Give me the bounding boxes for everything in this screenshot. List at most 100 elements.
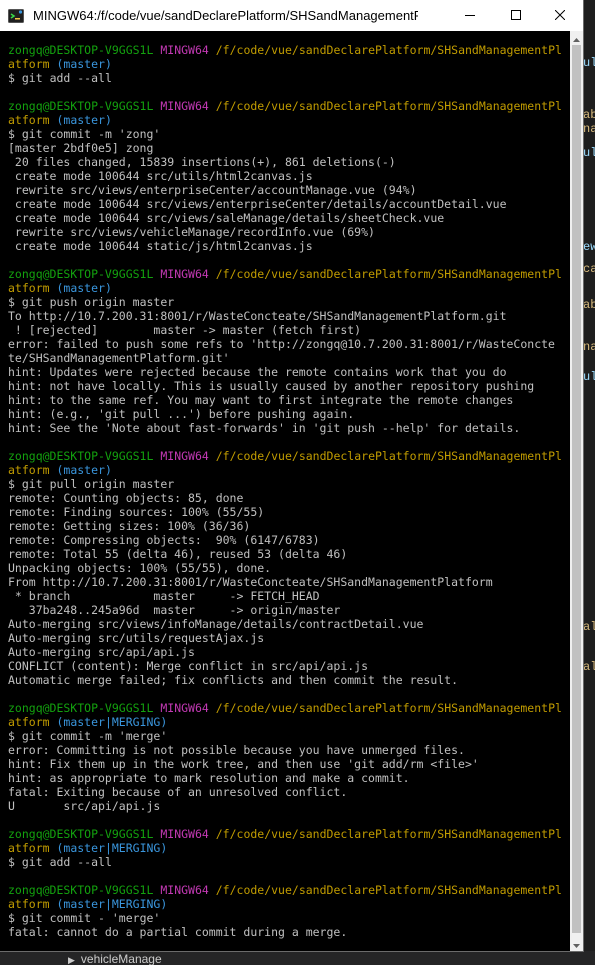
prompt-path-continued: atform <box>8 841 50 855</box>
output-line: Auto-merging src/utils/requestAjax.js <box>8 631 562 645</box>
terminal-output-area[interactable]: zongq@DESKTOP-V9GGS1L MINGW64 /f/code/vu… <box>0 31 570 951</box>
prompt-line: zongq@DESKTOP-V9GGS1L MINGW64 /f/code/vu… <box>8 883 562 897</box>
output-line: create mode 100644 static/js/html2canvas… <box>8 239 562 253</box>
prompt-branch: (master|MERGING) <box>56 715 168 729</box>
prompt-line-wrap: atform (master) <box>8 281 562 295</box>
output-line: hint: (e.g., 'git pull ...') before push… <box>8 407 562 421</box>
output-line: error: Committing is not possible becaus… <box>8 743 562 757</box>
prompt-symbol: $ <box>8 71 15 85</box>
command-line: $ git commit - 'merge' <box>8 911 562 925</box>
prompt-branch: (master) <box>56 113 112 127</box>
prompt-symbol: $ <box>8 295 15 309</box>
prompt-env: MINGW64 <box>160 99 209 113</box>
command-line: $ git add --all <box>8 855 562 869</box>
prompt-symbol: $ <box>8 477 15 491</box>
output-line: hint: not have locally. This is usually … <box>8 379 562 393</box>
terminal-window: MINGW64:/f/code/vue/sandDeclarePlatform/… <box>0 0 583 951</box>
vertical-scrollbar[interactable] <box>570 31 583 951</box>
output-text: Unpacking objects: 100% (55/55), done. <box>8 561 272 575</box>
prompt-path-continued: atform <box>8 463 50 477</box>
output-line: error: failed to push some refs to 'http… <box>8 337 562 351</box>
prompt-user-host: zongq@DESKTOP-V9GGS1L <box>8 43 154 57</box>
command-text: git pull origin master <box>21 477 175 491</box>
prompt-line: zongq@DESKTOP-V9GGS1L MINGW64 /f/code/vu… <box>8 99 562 113</box>
prompt-path-continued: atform <box>8 113 50 127</box>
output-text: create mode 100644 src/views/saleManage/… <box>8 211 445 225</box>
output-line: fatal: cannot do a partial commit during… <box>8 925 562 939</box>
title-bar[interactable]: MINGW64:/f/code/vue/sandDeclarePlatform/… <box>0 0 583 31</box>
output-text: remote: Finding sources: 100% (55/55) <box>8 505 265 519</box>
command-text: git commit -m 'merge' <box>21 729 168 743</box>
output-line: * branch master -> FETCH_HEAD <box>8 589 562 603</box>
output-line: [master 2bdf0e5] zong <box>8 141 562 155</box>
background-code-snippet: na <box>583 340 595 354</box>
maximize-button[interactable] <box>493 0 539 31</box>
prompt-line: zongq@DESKTOP-V9GGS1L MINGW64 /f/code/vu… <box>8 701 562 715</box>
background-file-tree-strip: ▶ vehicleManage <box>0 951 595 965</box>
prompt-branch: (master) <box>56 281 112 295</box>
output-line: CONFLICT (content): Merge conflict in sr… <box>8 659 562 673</box>
output-line: 20 files changed, 15839 insertions(+), 8… <box>8 155 562 169</box>
output-text: U src/api/api.js <box>8 799 161 813</box>
terminal-content: zongq@DESKTOP-V9GGS1L MINGW64 /f/code/vu… <box>8 43 562 951</box>
prompt-branch: (master) <box>56 57 112 71</box>
output-line: create mode 100644 src/views/enterpriseC… <box>8 197 562 211</box>
command-text: git add --all <box>21 71 112 85</box>
prompt-path: /f/code/vue/sandDeclarePlatform/SHSandMa… <box>215 267 562 281</box>
output-line: U src/api/api.js <box>8 799 562 813</box>
scroll-down-button[interactable] <box>570 937 583 951</box>
output-text: rewrite src/views/enterpriseCenter/accou… <box>8 183 417 197</box>
output-line: hint: See the 'Note about fast-forwards'… <box>8 421 562 435</box>
prompt-path: /f/code/vue/sandDeclarePlatform/SHSandMa… <box>215 449 562 463</box>
prompt-line-wrap: atform (master|MERGING) <box>8 841 562 855</box>
maximize-icon <box>511 7 521 25</box>
prompt-symbol: $ <box>8 855 15 869</box>
output-line: remote: Getting sizes: 100% (36/36) <box>8 519 562 533</box>
output-line: ! [rejected] master -> master (fetch fir… <box>8 323 562 337</box>
command-line: $ git pull origin master <box>8 477 562 491</box>
mingw-terminal-icon[interactable] <box>8 8 24 24</box>
output-text: rewrite src/views/vehicleManage/recordIn… <box>8 225 375 239</box>
prompt-line: zongq@DESKTOP-V9GGS1L MINGW64 /f/code/vu… <box>8 827 562 841</box>
output-line: hint: to the same ref. You may want to f… <box>8 393 562 407</box>
output-line: remote: Compressing objects: 90% (6147/6… <box>8 533 562 547</box>
minimize-button[interactable] <box>447 0 493 31</box>
output-text: Auto-merging src/views/infoManage/detail… <box>8 617 424 631</box>
background-code-snippet: ab <box>583 298 595 312</box>
output-line: Unpacking objects: 100% (55/55), done. <box>8 561 562 575</box>
output-line: 37ba248..245a96d master -> origin/master <box>8 603 562 617</box>
prompt-user-host: zongq@DESKTOP-V9GGS1L <box>8 701 154 715</box>
output-line: rewrite src/views/vehicleManage/recordIn… <box>8 225 562 239</box>
output-line: create mode 100644 src/utils/html2canvas… <box>8 169 562 183</box>
output-text: Automatic merge failed; fix conflicts an… <box>8 673 459 687</box>
output-line: remote: Counting objects: 85, done <box>8 491 562 505</box>
output-line: te/SHSandManagementPlatform.git' <box>8 351 562 365</box>
output-text: fatal: cannot do a partial commit during… <box>8 925 348 939</box>
scrollbar-thumb[interactable] <box>572 45 581 933</box>
output-line: hint: Fix them up in the work tree, and … <box>8 757 562 771</box>
command-text: git add --all <box>21 855 112 869</box>
prompt-symbol: $ <box>8 127 15 141</box>
prompt-user-host: zongq@DESKTOP-V9GGS1L <box>8 827 154 841</box>
prompt-path: /f/code/vue/sandDeclarePlatform/SHSandMa… <box>215 883 562 897</box>
prompt-line: zongq@DESKTOP-V9GGS1L MINGW64 /f/code/vu… <box>8 43 562 57</box>
scroll-up-button[interactable] <box>570 31 583 45</box>
prompt-env: MINGW64 <box>160 827 209 841</box>
prompt-line-wrap: atform (master|MERGING) <box>8 715 562 729</box>
close-button[interactable] <box>537 0 583 31</box>
output-text: hint: not have locally. This is usually … <box>8 379 535 393</box>
background-code-snippet: ul <box>583 56 595 70</box>
output-text: remote: Counting objects: 85, done <box>8 491 244 505</box>
output-text: error: failed to push some refs to 'http… <box>8 337 555 351</box>
prompt-user-host: zongq@DESKTOP-V9GGS1L <box>8 883 154 897</box>
output-text: ! [rejected] master -> master (fetch fir… <box>8 323 362 337</box>
prompt-env: MINGW64 <box>160 267 209 281</box>
background-tree-item-label: vehicleManage <box>80 952 162 965</box>
output-text: remote: Compressing objects: 90% (6147/6… <box>8 533 320 547</box>
output-text: 20 files changed, 15839 insertions(+), 8… <box>8 155 396 169</box>
prompt-branch: (master) <box>56 463 112 477</box>
